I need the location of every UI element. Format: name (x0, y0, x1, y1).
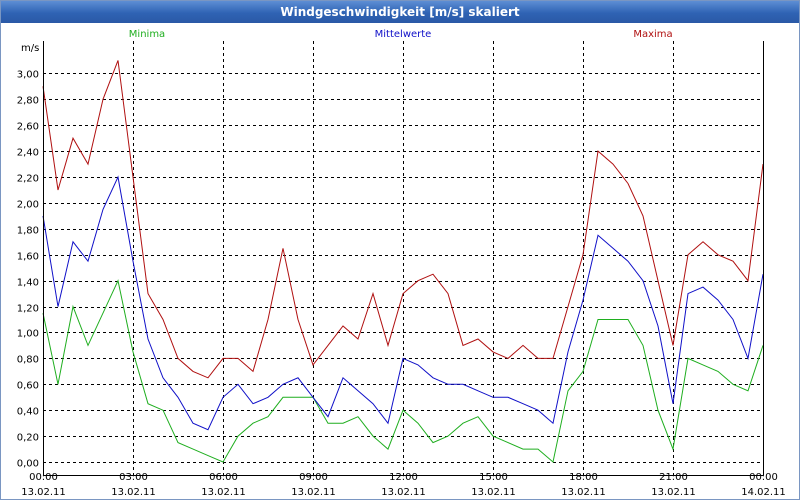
x-tick-date: 13.02.11 (21, 487, 66, 498)
x-tick-date: 13.02.11 (381, 487, 426, 498)
y-tick-label: 2,20 (17, 174, 39, 185)
x-tick-time: 15:00 (479, 472, 508, 483)
y-tick-label: 2,00 (17, 200, 39, 211)
y-tick-label: 1,00 (17, 329, 39, 340)
y-tick-label: 1,60 (17, 252, 39, 263)
x-tick-time: 18:00 (569, 472, 598, 483)
y-tick-label: 1,20 (17, 304, 39, 315)
x-tick-time: 00:00 (749, 472, 778, 483)
x-tick-date: 13.02.11 (201, 487, 246, 498)
x-tick-time: 03:00 (119, 472, 148, 483)
x-tick-date: 13.02.11 (291, 487, 336, 498)
x-tick-time: 12:00 (389, 472, 418, 483)
legend-maxima: Maxima (633, 29, 672, 40)
x-tick-date: 14.02.11 (741, 487, 786, 498)
x-tick-time: 06:00 (209, 472, 238, 483)
y-tick-label: 0,40 (17, 407, 39, 418)
chart-window: Windgeschwindigkeit [m/s] skaliert 0,00 0… (0, 0, 800, 500)
y-tick-label: 0,60 (17, 381, 39, 392)
y-axis-label: m/s (21, 43, 39, 54)
legend-mittelwerte: Mittelwerte (375, 29, 432, 40)
y-tick-label: 0,20 (17, 433, 39, 444)
x-tick-date: 13.02.11 (471, 487, 516, 498)
y-tick-label: 2,60 (17, 122, 39, 133)
x-tick-time: 09:00 (299, 472, 328, 483)
y-tick-label: 0,80 (17, 355, 39, 366)
y-tick-label: 3,00 (17, 70, 39, 81)
y-tick-label: 1,80 (17, 226, 39, 237)
x-tick-date: 13.02.11 (651, 487, 696, 498)
y-tick-label: 1,40 (17, 278, 39, 289)
x-tick-time: 21:00 (659, 472, 688, 483)
x-tick-date: 13.02.11 (561, 487, 606, 498)
window-title: Windgeschwindigkeit [m/s] skaliert (1, 1, 799, 23)
x-tick-date: 13.02.11 (111, 487, 156, 498)
legend-minima: Minima (129, 29, 165, 40)
y-tick-label: 0,00 (17, 459, 39, 470)
axis-labels: 0,00 0,20 0,40 0,60 0,80 1,00 1,20 1,40 1,60 1,80… (17, 29, 786, 498)
y-tick-label: 2,80 (17, 96, 39, 107)
line-chart: 0,00 0,20 0,40 0,60 0,80 1,00 1,20 1,40 1,60 1,80… (17, 29, 786, 498)
x-tick-time: 00:00 (29, 472, 58, 483)
y-tick-label: 2,40 (17, 148, 39, 159)
